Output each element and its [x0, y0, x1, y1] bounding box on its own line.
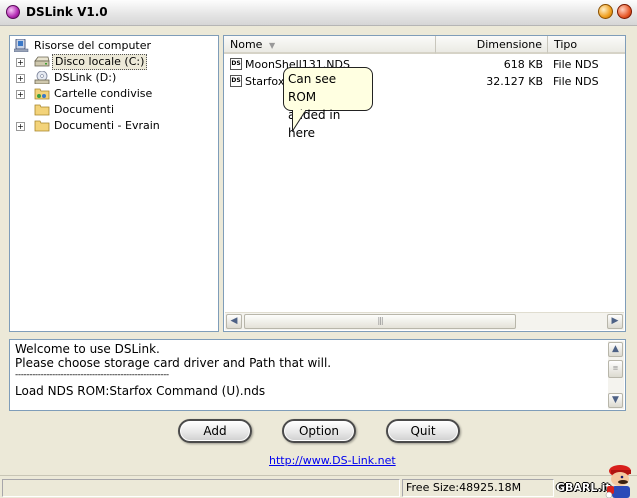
cd-drive-icon — [34, 71, 50, 84]
expand-toggle[interactable]: + — [16, 74, 25, 83]
shared-folder-icon — [34, 88, 50, 100]
tree-item-label: Documenti - Evrain — [54, 119, 160, 132]
tree-item-label: Disco locale (C:) — [52, 54, 148, 70]
tree-item-documenti[interactable]: Documenti — [14, 102, 214, 118]
folder-tree[interactable]: Risorse del computer + Disco locale (C:)… — [9, 35, 219, 332]
scroll-right-button[interactable]: ▶ — [607, 314, 623, 329]
scroll-thumb[interactable]: ||| — [244, 314, 516, 329]
tree-item-label: Documenti — [54, 103, 115, 116]
column-header-type[interactable]: Tipo — [548, 36, 625, 54]
vertical-scrollbar[interactable]: ▲ ≡ ▼ — [608, 341, 624, 409]
close-button[interactable] — [617, 4, 632, 19]
add-button[interactable]: Add — [178, 419, 252, 443]
log-line: Load NDS ROM:Starfox Command (U).nds — [15, 384, 266, 398]
scroll-left-button[interactable]: ◀ — [226, 314, 242, 329]
title-bar[interactable]: DSLink V1.0 — [0, 0, 637, 26]
tree-item-documenti-evrain[interactable]: + Documenti - Evrain — [14, 118, 214, 134]
log-output[interactable]: Welcome to use DSLink. Please choose sto… — [9, 339, 626, 411]
hard-drive-icon — [34, 56, 50, 67]
annotation-callout: Can see ROM added in here — [283, 67, 373, 140]
scroll-grip: ||| — [377, 316, 383, 325]
tree-item-dslink-drive[interactable]: + DSLink (D:) — [14, 70, 214, 86]
callout-pointer — [292, 110, 307, 132]
expand-toggle[interactable]: + — [16, 90, 25, 99]
minimize-button[interactable] — [598, 4, 613, 19]
folder-icon — [34, 120, 50, 132]
log-line: Please choose storage card driver and Pa… — [15, 356, 332, 370]
option-button[interactable]: Option — [282, 419, 356, 443]
status-bar: Free Size:48925.18M — [0, 475, 637, 498]
file-size: 618 KB — [503, 58, 543, 71]
callout-line: Can see ROM — [288, 72, 337, 104]
mario-mascot-icon — [605, 465, 631, 498]
file-type: File NDS — [553, 75, 599, 88]
file-size: 32.127 KB — [486, 75, 543, 88]
tree-item-cartelle-condivise[interactable]: + Cartelle condivise — [14, 86, 214, 102]
nds-file-icon: DS — [230, 75, 242, 87]
column-header-label: Tipo — [554, 38, 578, 51]
quit-button[interactable]: Quit — [386, 419, 460, 443]
scroll-up-button[interactable]: ▲ — [608, 342, 623, 357]
horizontal-scrollbar[interactable]: ◀ ||| ▶ — [225, 312, 624, 330]
folder-icon — [34, 104, 50, 116]
tree-root-label: Risorse del computer — [34, 39, 152, 52]
tree-item-label: DSLink (D:) — [54, 71, 117, 84]
column-header-size[interactable]: Dimensione — [436, 36, 548, 54]
scroll-thumb[interactable]: ≡ — [608, 360, 623, 378]
computer-icon — [14, 39, 29, 52]
status-cell-empty — [2, 479, 400, 497]
scroll-down-button[interactable]: ▼ — [608, 393, 623, 408]
log-line: ----------------------------------------… — [15, 370, 169, 380]
column-header-label: Nome — [230, 38, 263, 51]
tree-item-disco-locale[interactable]: + Disco locale (C:) — [14, 54, 214, 70]
tree-item-label: Cartelle condivise — [54, 87, 153, 100]
window-title: DSLink V1.0 — [26, 5, 108, 19]
expand-toggle[interactable]: + — [16, 122, 25, 131]
app-icon — [6, 5, 20, 19]
expand-toggle[interactable]: + — [16, 58, 25, 67]
log-line: Welcome to use DSLink. — [15, 342, 160, 356]
file-type: File NDS — [553, 58, 599, 71]
column-header-name[interactable]: Nome ▼ — [224, 36, 436, 54]
nds-file-icon: DS — [230, 58, 242, 70]
free-size-status: Free Size:48925.18M — [402, 479, 554, 497]
website-link[interactable]: http://www.DS-Link.net — [269, 454, 396, 467]
sort-arrow-icon: ▼ — [268, 41, 276, 50]
column-header-label: Dimensione — [476, 38, 542, 51]
